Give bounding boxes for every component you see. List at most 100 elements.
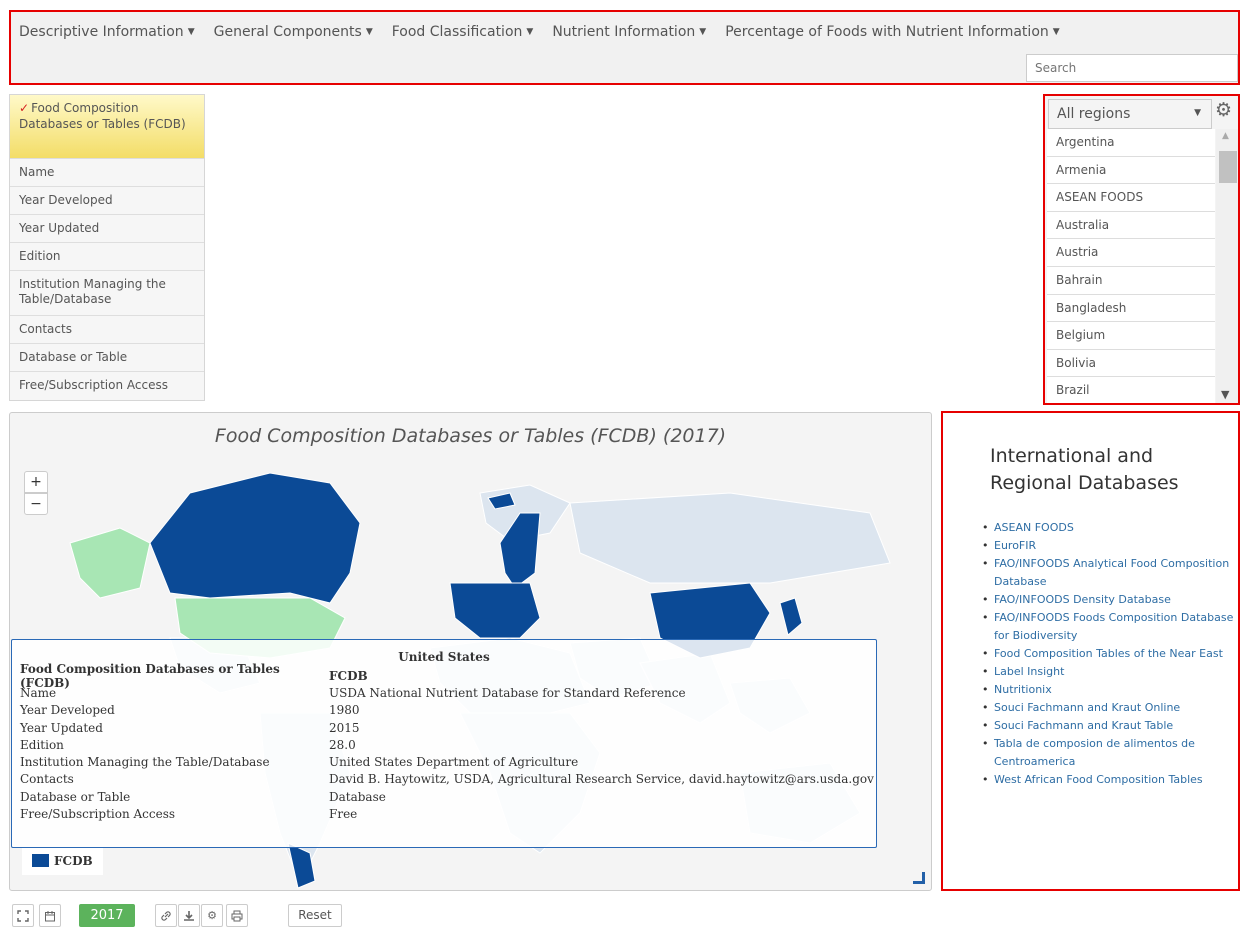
tooltip-row: Year Developed 1980	[12, 702, 876, 719]
indicator-item-fcdb-active[interactable]: ✓ Food Composition Databases or Tables (F…	[10, 95, 204, 159]
region-list: Argentina Armenia ASEAN FOODS Australia …	[1047, 129, 1215, 403]
database-link[interactable]: FAO/INFOODS Density Database	[994, 593, 1171, 606]
menu-bar: Descriptive Information ▼ General Compone…	[19, 24, 1079, 40]
caret-down-icon: ▼	[526, 27, 534, 37]
menu-label: General Components	[213, 24, 362, 40]
region-item[interactable]: Belgium	[1047, 322, 1215, 350]
list-item: FAO/INFOODS Density Database	[982, 591, 1236, 609]
zoom-in-button[interactable]: +	[24, 471, 48, 493]
database-link[interactable]: FAO/INFOODS Foods Composition Database f…	[994, 611, 1233, 642]
databases-heading: International and Regional Databases	[990, 445, 1179, 494]
list-item: FAO/INFOODS Analytical Food Composition …	[982, 555, 1236, 591]
reset-button[interactable]: Reset	[288, 904, 342, 927]
region-item[interactable]: ASEAN FOODS	[1047, 184, 1215, 212]
region-item[interactable]: Bangladesh	[1047, 294, 1215, 323]
caret-down-icon: ▼	[187, 27, 195, 37]
indicator-item-contacts[interactable]: Contacts	[10, 316, 204, 344]
checkmark-icon: ✓	[19, 101, 30, 115]
database-link[interactable]: Food Composition Tables of the Near East	[994, 647, 1223, 660]
scrollbar-thumb[interactable]	[1219, 151, 1237, 183]
year-button[interactable]: 2017	[79, 904, 135, 927]
country-tooltip: United States Food Composition Databases…	[11, 639, 877, 848]
calendar-button[interactable]	[39, 904, 61, 927]
list-item: ASEAN FOODS	[982, 519, 1236, 537]
region-item[interactable]: Armenia	[1047, 156, 1215, 185]
region-item[interactable]: Bahrain	[1047, 266, 1215, 295]
map-canada	[149, 472, 361, 604]
gear-icon[interactable]: ⚙	[1215, 99, 1232, 121]
indicator-item-edition[interactable]: Edition	[10, 243, 204, 271]
settings-button[interactable]: ⚙	[201, 904, 223, 927]
map-europe	[449, 582, 541, 639]
indicator-item-year-developed[interactable]: Year Developed	[10, 187, 204, 215]
tooltip-key: Edition	[20, 737, 64, 752]
print-button[interactable]	[226, 904, 248, 927]
scroll-down-arrow-icon[interactable]: ▼	[1221, 388, 1229, 401]
gear-icon: ⚙	[207, 909, 217, 922]
database-link[interactable]: EuroFIR	[994, 539, 1036, 552]
fullscreen-button[interactable]	[12, 904, 34, 927]
zoom-out-button[interactable]: −	[24, 493, 48, 515]
indicator-item-access[interactable]: Free/Subscription Access	[10, 372, 204, 400]
indicator-item-year-updated[interactable]: Year Updated	[10, 215, 204, 243]
database-link[interactable]: ASEAN FOODS	[994, 521, 1074, 534]
list-item: EuroFIR	[982, 537, 1236, 555]
tooltip-row: Name USDA National Nutrient Database for …	[12, 684, 876, 701]
indicator-item-name[interactable]: Name	[10, 159, 204, 187]
region-dropdown[interactable]: All regions ▼	[1048, 99, 1212, 129]
indicator-item-database-or-table[interactable]: Database or Table	[10, 344, 204, 372]
tooltip-key: Free/Subscription Access	[20, 807, 176, 822]
map-legend: FCDB	[22, 847, 103, 875]
list-item: Label Insight	[982, 663, 1236, 681]
link-button[interactable]	[155, 904, 177, 927]
download-icon	[184, 911, 194, 921]
scroll-up-arrow-icon[interactable]: ▲	[1222, 131, 1229, 141]
search-input[interactable]	[1026, 54, 1238, 82]
region-item[interactable]: Argentina	[1047, 129, 1215, 157]
tooltip-value: Database	[329, 789, 386, 804]
region-item[interactable]: Bolivia	[1047, 349, 1215, 378]
tooltip-value: 1980	[329, 703, 360, 718]
database-link[interactable]: Souci Fachmann and Kraut Online	[994, 701, 1180, 714]
menu-label: Descriptive Information	[19, 24, 184, 40]
list-item: Food Composition Tables of the Near East	[982, 645, 1236, 663]
list-item: Nutritionix	[982, 681, 1236, 699]
tooltip-value: 2015	[329, 720, 360, 735]
database-link[interactable]: Label Insight	[994, 665, 1064, 678]
menu-percentage-of-foods[interactable]: Percentage of Foods with Nutrient Inform…	[725, 24, 1060, 40]
list-item: FAO/INFOODS Foods Composition Database f…	[982, 609, 1236, 645]
menu-general-components[interactable]: General Components ▼	[214, 24, 373, 40]
tooltip-row: Database or Table Database	[12, 788, 876, 805]
database-link[interactable]: Tabla de composion de alimentos de Centr…	[994, 737, 1195, 768]
download-button[interactable]	[178, 904, 200, 927]
caret-down-icon: ▼	[1194, 108, 1201, 118]
database-link[interactable]: FAO/INFOODS Analytical Food Composition …	[994, 557, 1229, 588]
tooltip-value: David B. Haytowitz, USDA, Agricultural R…	[329, 772, 874, 787]
database-link[interactable]: Souci Fachmann and Kraut Table	[994, 719, 1173, 732]
menu-label: Nutrient Information	[552, 24, 696, 40]
menu-food-classification[interactable]: Food Classification ▼	[392, 24, 534, 40]
region-item[interactable]: Brazil	[1047, 377, 1215, 403]
list-item: West African Food Composition Tables	[982, 771, 1236, 789]
tooltip-key: Year Updated	[20, 720, 103, 735]
indicator-item-institution[interactable]: Institution Managing the Table/Database	[10, 271, 204, 316]
caret-down-icon: ▼	[699, 27, 707, 37]
region-item[interactable]: Australia	[1047, 211, 1215, 240]
map-title: Food Composition Databases or Tables (FC…	[214, 425, 727, 447]
database-link[interactable]: West African Food Composition Tables	[994, 773, 1203, 786]
region-scrollbar[interactable]: ▲ ▼	[1216, 129, 1238, 403]
tooltip-key: Contacts	[20, 772, 74, 787]
indicator-menu: ✓ Food Composition Databases or Tables (F…	[9, 94, 205, 401]
region-dropdown-value: All regions	[1057, 106, 1131, 122]
legend-swatch	[32, 854, 49, 867]
list-item: Tabla de composion de alimentos de Centr…	[982, 735, 1236, 771]
tooltip-row: Year Updated 2015	[12, 719, 876, 736]
menu-descriptive-information[interactable]: Descriptive Information ▼	[19, 24, 195, 40]
menu-nutrient-information[interactable]: Nutrient Information ▼	[552, 24, 706, 40]
database-link[interactable]: Nutritionix	[994, 683, 1052, 696]
resize-handle-icon[interactable]	[913, 872, 925, 884]
tooltip-value: United States Department of Agriculture	[329, 755, 579, 770]
tooltip-key: Name	[20, 685, 57, 700]
region-item[interactable]: Austria	[1047, 239, 1215, 267]
databases-list: ASEAN FOODS EuroFIR FAO/INFOODS Analytic…	[982, 519, 1236, 789]
